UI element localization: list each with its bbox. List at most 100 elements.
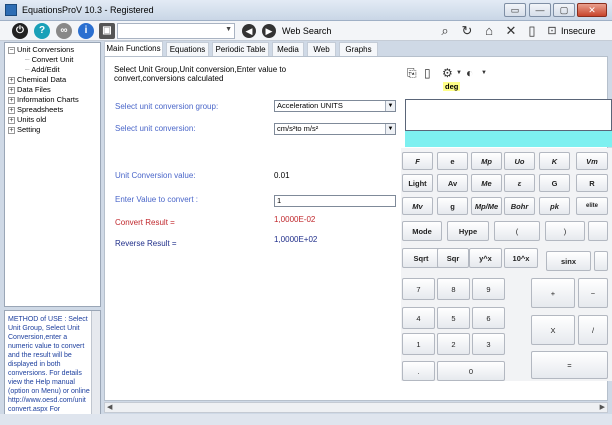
unit-group-select[interactable]: Acceleration UNITS ▼: [274, 100, 396, 112]
tab-periodic-table[interactable]: Periodic Table: [212, 42, 269, 56]
expand-icon[interactable]: +: [8, 76, 15, 84]
expand-icon[interactable]: +: [8, 106, 15, 114]
key-multiply[interactable]: X: [531, 315, 575, 345]
maximize-button[interactable]: ▢: [553, 3, 575, 17]
key-2[interactable]: 2: [437, 333, 470, 355]
key-4[interactable]: 4: [402, 307, 435, 329]
info-icon[interactable]: i: [78, 23, 94, 39]
copy-icon[interactable]: ⎘: [407, 66, 417, 81]
key-r[interactable]: R: [576, 174, 608, 192]
expand-icon[interactable]: +: [8, 86, 15, 94]
horizontal-scrollbar[interactable]: ◀ ▶: [104, 402, 608, 413]
gear-icon[interactable]: ⚙: [442, 66, 453, 80]
key-pk[interactable]: pk: [539, 197, 570, 215]
back-icon[interactable]: ◀: [242, 24, 256, 38]
tree-item-data-files[interactable]: + Data Files: [8, 85, 51, 94]
collapse-icon[interactable]: −: [8, 46, 15, 54]
menu-bar-toggle-button[interactable]: ▭: [504, 3, 526, 17]
key-k[interactable]: K: [539, 152, 570, 170]
key-minus[interactable]: −: [578, 278, 608, 308]
key-close-paren[interactable]: ): [545, 221, 585, 241]
key-equals[interactable]: =: [531, 351, 608, 379]
tab-equations[interactable]: Equations: [166, 42, 209, 56]
key-6[interactable]: 6: [472, 307, 505, 329]
key-3[interactable]: 3: [472, 333, 505, 355]
key-av[interactable]: Av: [437, 174, 468, 192]
search-icon[interactable]: ⌕: [437, 23, 453, 39]
tree-item-units-old[interactable]: + Units old: [8, 115, 46, 124]
key-me[interactable]: Me: [471, 174, 502, 192]
tab-graphs[interactable]: Graphs: [339, 42, 378, 56]
refresh-icon[interactable]: ↻: [459, 23, 475, 39]
key-g-const[interactable]: G: [539, 174, 570, 192]
key-uo[interactable]: Uo: [504, 152, 535, 170]
value-input[interactable]: 1: [274, 195, 396, 207]
screen-icon[interactable]: ▣: [99, 23, 115, 39]
key-mode[interactable]: Mode: [402, 221, 442, 241]
lock-icon[interactable]: ⊡: [544, 23, 560, 39]
tree-item-information-charts[interactable]: + Information Charts: [8, 95, 79, 104]
scroll-right-icon[interactable]: ▶: [600, 403, 605, 411]
key-sqrt[interactable]: Sqrt: [402, 248, 440, 268]
key-epsilon[interactable]: ε: [504, 174, 535, 192]
key-e[interactable]: e: [437, 152, 468, 170]
web-search-label[interactable]: Web Search: [282, 26, 331, 36]
key-mv[interactable]: Mv: [402, 197, 433, 215]
chevron-down-icon[interactable]: ▼: [481, 70, 487, 76]
key-plus[interactable]: +: [531, 278, 575, 308]
tree-item-add-edit[interactable]: ┈ Add/Edit: [25, 65, 60, 74]
key-9[interactable]: 9: [472, 278, 505, 300]
power-icon[interactable]: ⏻: [12, 23, 28, 39]
expand-icon[interactable]: +: [8, 126, 15, 134]
home-icon[interactable]: ⌂: [481, 23, 497, 39]
key-8[interactable]: 8: [437, 278, 470, 300]
tree-item-chemical-data[interactable]: + Chemical Data: [8, 75, 66, 84]
forward-icon[interactable]: ▶: [262, 24, 276, 38]
key-open-paren[interactable]: (: [494, 221, 540, 241]
key-1[interactable]: 1: [402, 333, 435, 355]
page-gear-icon[interactable]: ▯: [524, 23, 540, 39]
tree-item-unit-conversions[interactable]: − Unit Conversions: [8, 45, 74, 54]
key-5[interactable]: 5: [437, 307, 470, 329]
key-sqr[interactable]: Sqr: [437, 248, 469, 268]
key-0[interactable]: 0: [437, 361, 505, 381]
key-gravity[interactable]: g: [437, 197, 468, 215]
key-bohr[interactable]: Bohr: [504, 197, 535, 215]
key-light[interactable]: Light: [402, 174, 433, 192]
key-faraday[interactable]: F: [402, 152, 433, 170]
chevron-down-icon[interactable]: ▼: [456, 70, 462, 76]
close-button[interactable]: ✕: [577, 3, 607, 17]
tree-item-setting[interactable]: + Setting: [8, 125, 40, 134]
calculator-display[interactable]: [405, 99, 612, 131]
link-icon[interactable]: ∞: [56, 23, 72, 39]
tab-main-functions[interactable]: Main Functions: [104, 41, 163, 57]
globe-icon[interactable]: ◐: [466, 66, 473, 80]
expand-icon[interactable]: +: [8, 96, 15, 104]
tree-item-spreadsheets[interactable]: + Spreadsheets: [8, 105, 63, 114]
tab-web[interactable]: Web: [307, 42, 336, 56]
key-blank[interactable]: [588, 221, 608, 241]
key-divide[interactable]: /: [578, 315, 608, 345]
key-mp-me[interactable]: Mp/Me: [471, 197, 502, 215]
web-address-combo[interactable]: ▼: [117, 23, 235, 39]
insecure-label[interactable]: Insecure: [561, 26, 596, 36]
minimize-button[interactable]: —: [529, 3, 551, 17]
help-icon[interactable]: ?: [34, 23, 50, 39]
method-scrollbar[interactable]: [91, 311, 100, 416]
key-partial[interactable]: [594, 251, 608, 271]
key-vm[interactable]: Vm: [576, 152, 608, 170]
scroll-left-icon[interactable]: ◀: [107, 403, 112, 411]
expand-icon[interactable]: +: [8, 116, 15, 124]
key-mp[interactable]: Mp: [471, 152, 502, 170]
key-decimal[interactable]: .: [402, 361, 435, 381]
key-elite[interactable]: elite: [576, 197, 608, 215]
tab-media[interactable]: Media: [272, 42, 304, 56]
key-ten-pow-x[interactable]: 10^x: [504, 248, 538, 268]
tree-item-convert-unit[interactable]: ┈ Convert Unit: [25, 55, 73, 64]
unit-conversion-select[interactable]: cm/s²to m/s² ▼: [274, 123, 396, 135]
angle-mode-badge[interactable]: deg: [443, 82, 461, 91]
key-hype[interactable]: Hype: [447, 221, 489, 241]
key-sinx[interactable]: sinx: [546, 251, 591, 271]
key-y-pow-x[interactable]: y^x: [469, 248, 502, 268]
key-7[interactable]: 7: [402, 278, 435, 300]
